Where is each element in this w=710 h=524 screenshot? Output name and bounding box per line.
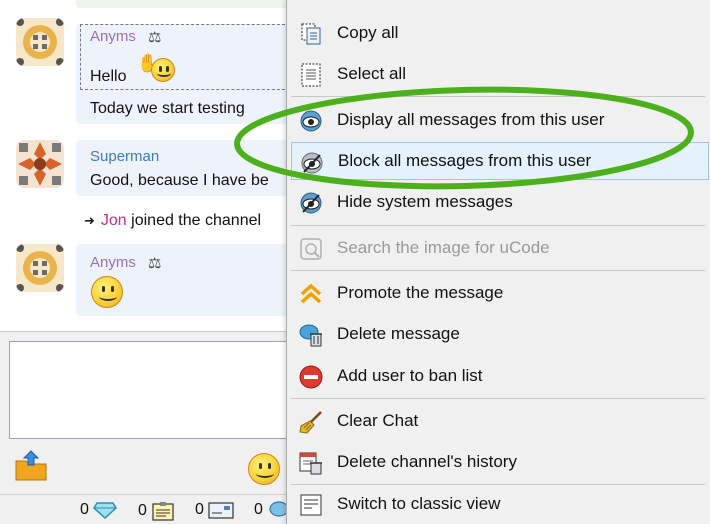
system-message: ➜ Jon joined the channel [84, 212, 261, 230]
eye-blocked-icon [300, 151, 324, 175]
message-bubble[interactable]: Superman Good, because I have be [76, 140, 290, 196]
menu-separator [291, 398, 705, 399]
delete-history-icon [299, 451, 323, 475]
search-image-icon [299, 237, 323, 261]
menu-item-label: Hide system messages [337, 192, 513, 211]
eye-icon [299, 109, 323, 133]
avatar[interactable] [16, 140, 64, 188]
menu-item-search-image-ucode: Search the image for uCode [287, 229, 709, 267]
menu-item-delete-message[interactable]: Delete message [287, 315, 709, 353]
arrow-right-icon: ➜ [84, 213, 95, 228]
menu-item-label: Copy all [337, 23, 399, 42]
chat-bubble-icon [269, 501, 287, 517]
scales-icon: ⚖ [148, 255, 162, 272]
menu-item-add-user-ban-list[interactable]: Add user to ban list [287, 357, 709, 395]
selected-message-outline [80, 24, 290, 90]
envelope-icon [208, 502, 234, 519]
menu-item-delete-channel-history[interactable]: Delete channel's history [287, 443, 709, 481]
status-count: 0 [138, 502, 147, 519]
menu-item-label: Display all messages from this user [337, 110, 605, 129]
message-nick[interactable]: Anyms [90, 254, 136, 271]
smiley-emoji-icon [91, 276, 123, 308]
status-count: 0 [195, 501, 204, 518]
menu-item-select-all[interactable]: Select all [287, 55, 709, 93]
eye-hide-icon [299, 191, 323, 215]
context-menu: Copy all Select all Display all messages… [286, 0, 710, 524]
diamond-icon [92, 502, 117, 519]
emoji-picker-button[interactable] [248, 453, 280, 485]
system-message-user[interactable]: Jon [101, 212, 127, 229]
message-text: Today we start testing [90, 100, 245, 117]
avatar[interactable] [16, 18, 64, 66]
menu-item-label: Clear Chat [337, 411, 419, 430]
ban-icon [299, 365, 323, 389]
message-nick[interactable]: Superman [90, 148, 159, 165]
menu-separator [291, 96, 705, 97]
menu-item-block-user-messages[interactable]: Block all messages from this user [291, 142, 709, 180]
delete-message-icon [299, 323, 323, 347]
menu-item-label: Add user to ban list [337, 366, 483, 385]
previous-message-bubble [76, 0, 290, 8]
classic-view-icon [299, 493, 323, 517]
copy-icon [299, 22, 323, 46]
menu-separator [291, 270, 705, 271]
chat-panel: Anyms ⚖ Hello Today we start testing ✋ S… [0, 0, 290, 524]
status-bar: 0 0 0 0 [0, 494, 290, 524]
menu-item-label: Block all messages from this user [338, 151, 592, 170]
status-chat[interactable]: 0 [254, 501, 287, 519]
status-diamonds[interactable]: 0 [80, 501, 117, 519]
contact-card-icon [152, 502, 174, 521]
menu-separator [291, 225, 705, 226]
menu-item-copy-all[interactable]: Copy all [287, 14, 709, 52]
message-text: Good, because I have be [90, 172, 269, 189]
menu-item-label: Search the image for uCode [337, 238, 550, 257]
menu-item-label: Delete channel's history [337, 452, 517, 471]
status-count: 0 [254, 501, 263, 518]
upload-file-button[interactable] [14, 449, 48, 483]
menu-item-clear-chat[interactable]: Clear Chat [287, 402, 709, 440]
status-notes[interactable]: 0 [138, 501, 175, 521]
avatar[interactable] [16, 244, 64, 292]
menu-item-display-user-messages[interactable]: Display all messages from this user [287, 101, 709, 139]
system-message-text: joined the channel [131, 212, 262, 229]
status-mail[interactable]: 0 [195, 501, 234, 519]
smiley-emoji-icon [151, 58, 175, 82]
menu-item-label: Promote the message [337, 283, 504, 302]
promote-icon [299, 282, 323, 306]
upload-folder-icon [15, 450, 47, 481]
menu-item-label: Delete message [337, 324, 460, 343]
select-all-icon [299, 63, 323, 87]
menu-item-switch-classic-view[interactable]: Switch to classic view [287, 485, 709, 523]
menu-item-promote-message[interactable]: Promote the message [287, 274, 709, 312]
menu-item-label: Switch to classic view [337, 494, 501, 513]
status-count: 0 [80, 501, 89, 518]
menu-item-label: Select all [337, 64, 406, 83]
broom-icon [299, 410, 323, 434]
menu-item-hide-system-messages[interactable]: Hide system messages [287, 183, 709, 221]
message-input[interactable] [9, 341, 290, 439]
